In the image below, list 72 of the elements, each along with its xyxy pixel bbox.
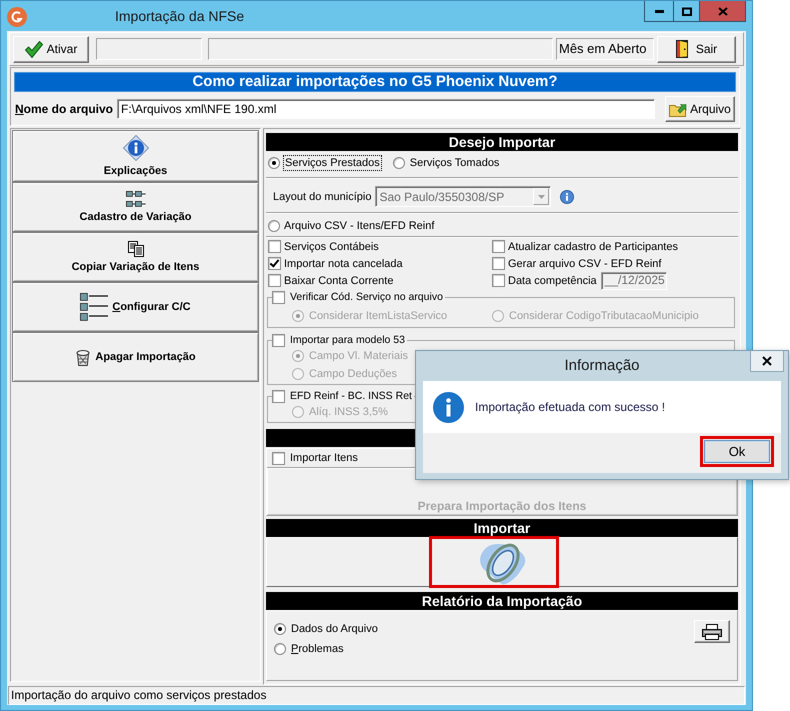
checkbox[interactable] <box>272 452 285 464</box>
option-label[interactable]: Importar nota cancelada <box>284 256 403 270</box>
list-icon <box>80 293 108 321</box>
group-label[interactable]: EFD Reinf - BC. INSS Ret <box>290 389 412 403</box>
help-banner[interactable]: Como realizar importações no G5 Phoenix Nuvem? <box>14 72 736 92</box>
info-icon <box>433 392 464 422</box>
checkbox[interactable] <box>492 240 505 253</box>
radio-button[interactable] <box>274 623 286 635</box>
status-bar: Importação do arquivo como serviços prestados <box>8 686 745 705</box>
tree-nodes-icon <box>126 191 146 207</box>
dialog-message: Importação efetuada com sucesso ! <box>475 400 666 414</box>
option-label[interactable]: Gerar arquivo CSV - EFD Reinf <box>508 256 662 270</box>
file-path-field[interactable]: F:\Arquivos xml\NFE 190.xml <box>117 98 655 118</box>
close-icon <box>718 6 728 16</box>
ok-button[interactable]: Ok <box>704 440 770 463</box>
sidebar-button[interactable]: Explicações <box>12 130 259 182</box>
option-label[interactable]: Atualizar cadastro de Participantes <box>508 240 678 254</box>
option-label[interactable]: Importar Itens <box>290 451 358 465</box>
checkbox[interactable] <box>268 257 281 270</box>
option-label[interactable]: Dados do Arquivo <box>291 622 378 636</box>
layout-label: Layout do município <box>273 190 372 204</box>
option-label[interactable]: Serviços Prestados <box>283 155 382 171</box>
option-label[interactable]: Baixar Conta Corrente <box>284 274 394 288</box>
browse-button[interactable]: Arquivo <box>665 96 735 122</box>
minimize-button[interactable] <box>644 1 673 22</box>
exit-button[interactable]: Sair <box>657 36 736 62</box>
radio-button[interactable] <box>268 220 280 232</box>
print-button[interactable] <box>694 620 730 643</box>
door-icon <box>676 40 688 58</box>
trash-icon <box>75 348 92 366</box>
option-label[interactable]: Arquivo CSV - Itens/EFD Reinf <box>284 219 434 233</box>
option-label[interactable]: Serviços Contábeis <box>284 240 379 254</box>
checkbox[interactable] <box>272 290 285 304</box>
printer-icon <box>702 624 722 640</box>
group-label[interactable]: Importar para modelo 53 <box>290 333 405 347</box>
section-header: Importar <box>266 519 738 537</box>
file-name-label: Nome do arquivo <box>15 102 114 116</box>
section-header: Desejo Importar <box>266 133 738 151</box>
option-label[interactable]: Serviços Tomados <box>408 155 502 171</box>
check-icon <box>24 40 43 58</box>
import-button[interactable] <box>266 537 738 587</box>
activate-button[interactable]: Ativar <box>13 36 89 62</box>
sidebar-button[interactable]: Configurar C/C <box>12 282 259 332</box>
maximize-button[interactable] <box>673 1 700 22</box>
checkbox[interactable] <box>272 334 285 346</box>
section-header: Relatório da Importação <box>266 592 738 610</box>
radio-button[interactable] <box>392 157 405 169</box>
checkbox[interactable] <box>268 240 281 253</box>
period-status: Mês em Aberto <box>556 38 654 60</box>
app-logo-icon <box>7 7 27 27</box>
option-label[interactable]: Problemas <box>291 642 344 656</box>
close-icon <box>762 356 772 366</box>
info-icon[interactable] <box>560 190 574 204</box>
checkbox[interactable] <box>272 390 285 402</box>
radio-button[interactable] <box>268 157 280 169</box>
radio-button[interactable] <box>274 643 286 655</box>
checkbox[interactable] <box>492 274 505 287</box>
documents-icon <box>128 241 144 257</box>
maximize-icon <box>682 6 692 16</box>
option-label[interactable]: Data competência <box>508 274 597 288</box>
dialog-title: Informação <box>563 356 641 376</box>
close-button[interactable] <box>750 351 784 372</box>
sidebar-button[interactable]: Copiar Variação de Itens <box>12 232 259 282</box>
caret-icon <box>538 194 545 198</box>
sidebar-button[interactable]: Apagar Importação <box>12 332 259 382</box>
minimize-icon <box>654 10 664 12</box>
checkbox[interactable] <box>268 274 281 287</box>
checkbox[interactable] <box>492 257 505 270</box>
group-label[interactable]: Verificar Cód. Serviço no arquivo <box>290 290 443 304</box>
sidebar-button[interactable]: Cadastro de Variação <box>12 182 259 232</box>
window-title: Importação da NFSe <box>115 7 244 26</box>
info-icon <box>122 135 148 161</box>
